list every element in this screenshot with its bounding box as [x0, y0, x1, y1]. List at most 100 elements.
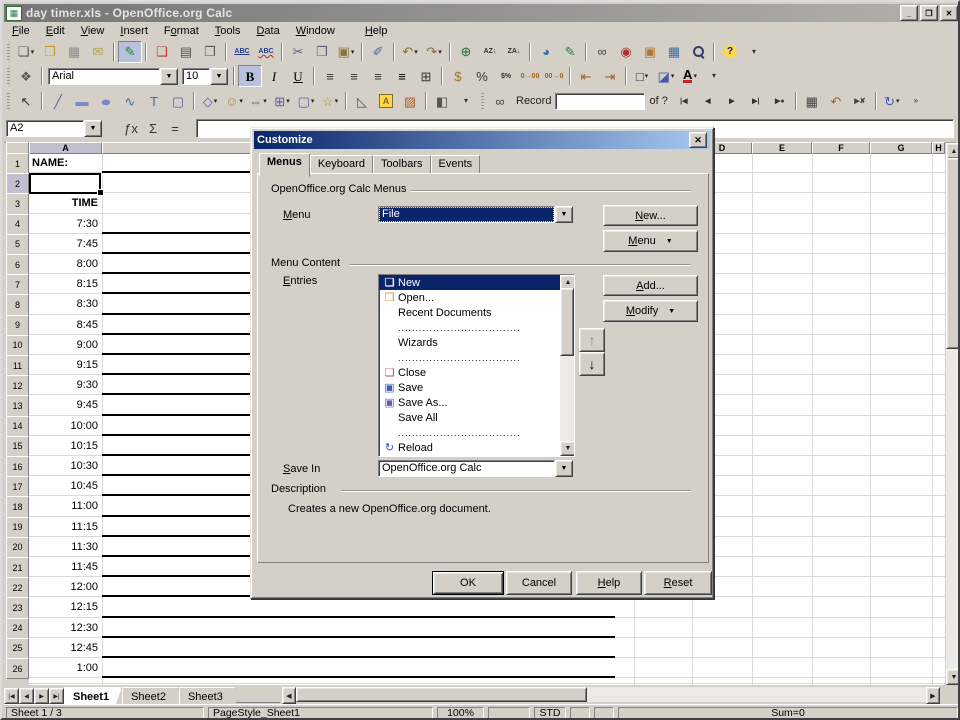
align-left-icon[interactable]: ≡	[318, 65, 342, 87]
last-record-icon[interactable]: ▶|	[744, 90, 768, 112]
row-header-1[interactable]: 1	[6, 153, 29, 174]
next-sheet-button[interactable]: ▶	[34, 688, 49, 704]
print-icon[interactable]: ▤	[174, 41, 198, 63]
menu-button[interactable]: Menu▼	[603, 230, 698, 252]
block-arrows-icon-dropdown[interactable]: ▾	[263, 97, 267, 105]
ok-button[interactable]: OK	[432, 571, 504, 595]
sum-display[interactable]: Sum=0	[618, 707, 958, 720]
row-header-10[interactable]: 10	[6, 335, 29, 356]
cell-A11[interactable]: 9:15	[29, 355, 101, 375]
save-in-combo[interactable]: OpenOffice.org Calc ▼	[378, 460, 573, 477]
cell-A5[interactable]: 7:45	[29, 234, 101, 254]
zoom-icon[interactable]	[686, 41, 710, 63]
cell-A12[interactable]: 9:30	[29, 375, 101, 395]
sheet-vscroll-track[interactable]	[946, 349, 960, 669]
cell-A15[interactable]: 10:15	[29, 436, 101, 456]
sort-ascending-icon[interactable]: AZ↓	[478, 41, 502, 63]
open-folder-icon[interactable]: ❒	[38, 41, 62, 63]
select-icon[interactable]: ↖	[14, 90, 38, 112]
menu-edit[interactable]: Edit	[38, 24, 73, 38]
edit-file-icon[interactable]: ✎	[118, 41, 142, 63]
stars-icon-dropdown[interactable]: ▾	[335, 97, 339, 105]
toolbar-grip[interactable]	[7, 44, 10, 60]
hscroll-track[interactable]: ▶	[296, 687, 940, 702]
font-size-combo-value[interactable]: 10	[182, 68, 210, 85]
sort-descending-icon[interactable]: ZA↓	[502, 41, 526, 63]
hscroll-thumb[interactable]	[296, 687, 587, 702]
background-color-icon[interactable]: ◪▾	[654, 65, 678, 87]
background-color-icon-dropdown[interactable]: ▾	[671, 72, 675, 80]
selection-fill-handle[interactable]	[97, 189, 104, 196]
dialog-tab-menus[interactable]: Menus	[259, 153, 310, 177]
styles-icon[interactable]: ❖	[14, 65, 38, 87]
row-header-22[interactable]: 22	[6, 577, 29, 598]
sheet-vscroll-down-icon[interactable]: ▼	[946, 669, 960, 685]
row-header-17[interactable]: 17	[6, 476, 29, 497]
save-in-dropdown[interactable]: ▼	[555, 460, 573, 477]
entries-scroll-thumb[interactable]	[560, 288, 574, 356]
row-header-25[interactable]: 25	[6, 638, 29, 659]
ellipse-icon[interactable]: ●	[94, 90, 118, 112]
cell-A21[interactable]: 11:45	[29, 557, 101, 577]
name-box[interactable]: A2 ▼	[6, 120, 102, 137]
entry-wizards[interactable]: Wizards	[379, 335, 574, 350]
menu-tools[interactable]: Tools	[207, 24, 249, 38]
title-bar[interactable]: ▦ day timer.xls - OpenOffice.org Calc _❐…	[4, 4, 960, 22]
toolbar-grip[interactable]	[481, 93, 484, 109]
hscroll-left-icon[interactable]: ◀	[282, 687, 296, 704]
row-header-19[interactable]: 19	[6, 517, 29, 538]
entry-new[interactable]: ❏New	[379, 275, 574, 290]
toolbar-grip[interactable]	[7, 68, 10, 84]
cell-selection[interactable]	[29, 173, 101, 194]
entry-save-as-[interactable]: ▣Save As...	[379, 395, 574, 410]
cell-A13[interactable]: 9:45	[29, 395, 101, 415]
new-document-icon-dropdown[interactable]: ▾	[31, 48, 35, 56]
function-wizard-icon[interactable]: ƒx	[120, 119, 142, 137]
undo-data-entry-icon[interactable]: ↶	[824, 90, 848, 112]
extrusion-icon[interactable]: ◧	[430, 90, 454, 112]
hscroll-right-icon[interactable]: ▶	[926, 687, 940, 704]
undo-icon[interactable]: ↶▾	[398, 41, 422, 63]
delete-record-icon[interactable]: ▶✘	[848, 90, 872, 112]
font-name-combo[interactable]: Arial▼	[48, 68, 178, 85]
redo-icon[interactable]: ↷▾	[422, 41, 446, 63]
page-style[interactable]: PageStyle_Sheet1	[208, 707, 433, 720]
entries-scrollbar[interactable]: ▲ ▼	[560, 275, 574, 456]
row-header-11[interactable]: 11	[6, 355, 29, 376]
row-header-24[interactable]: 24	[6, 618, 29, 639]
menu-help[interactable]: Help	[357, 24, 396, 38]
cell-reference[interactable]: A2	[6, 120, 84, 137]
align-justify-icon[interactable]: ≡	[390, 65, 414, 87]
entries-listbox[interactable]: ❏New❒Open...Recent Documents............…	[378, 274, 575, 457]
toolbar-grip[interactable]	[7, 93, 10, 109]
new-button[interactable]: New...	[603, 205, 698, 226]
row-header-15[interactable]: 15	[6, 436, 29, 457]
entry-recent-documents[interactable]: Recent Documents	[379, 305, 574, 320]
row-header-6[interactable]: 6	[6, 254, 29, 275]
row-header-9[interactable]: 9	[6, 315, 29, 336]
insert-mode[interactable]	[488, 707, 530, 720]
cancel-button[interactable]: Cancel	[506, 571, 572, 595]
row-header-8[interactable]: 8	[6, 294, 29, 315]
menu-format[interactable]: Format	[156, 24, 207, 38]
percent-icon[interactable]: %	[470, 65, 494, 87]
menu-combo-dropdown[interactable]: ▼	[555, 206, 573, 223]
borders-icon[interactable]: □▾	[630, 65, 654, 87]
borders-icon-dropdown[interactable]: ▾	[645, 72, 649, 80]
cell-A26[interactable]: 1:00	[29, 658, 101, 678]
font-name-combo-dropdown[interactable]: ▼	[160, 68, 178, 85]
entry-save[interactable]: ▣Save	[379, 380, 574, 395]
save-icon[interactable]: ▦	[62, 41, 86, 63]
menu-file[interactable]: File	[4, 24, 38, 38]
new-document-icon[interactable]: ❏▾	[14, 41, 38, 63]
entry-reload[interactable]: ↻Reload	[379, 440, 574, 455]
row-header-13[interactable]: 13	[6, 395, 29, 416]
paste-icon[interactable]: ▣▾	[334, 41, 358, 63]
cell-A24[interactable]: 12:30	[29, 618, 101, 638]
redo-icon-dropdown[interactable]: ▾	[438, 48, 442, 56]
data-sources-icon[interactable]: ▦	[662, 41, 686, 63]
row-header-16[interactable]: 16	[6, 456, 29, 477]
callout-icon[interactable]: ▢	[166, 90, 190, 112]
name-box-dropdown[interactable]: ▼	[84, 120, 102, 137]
row-header-3[interactable]: 3	[6, 193, 29, 214]
